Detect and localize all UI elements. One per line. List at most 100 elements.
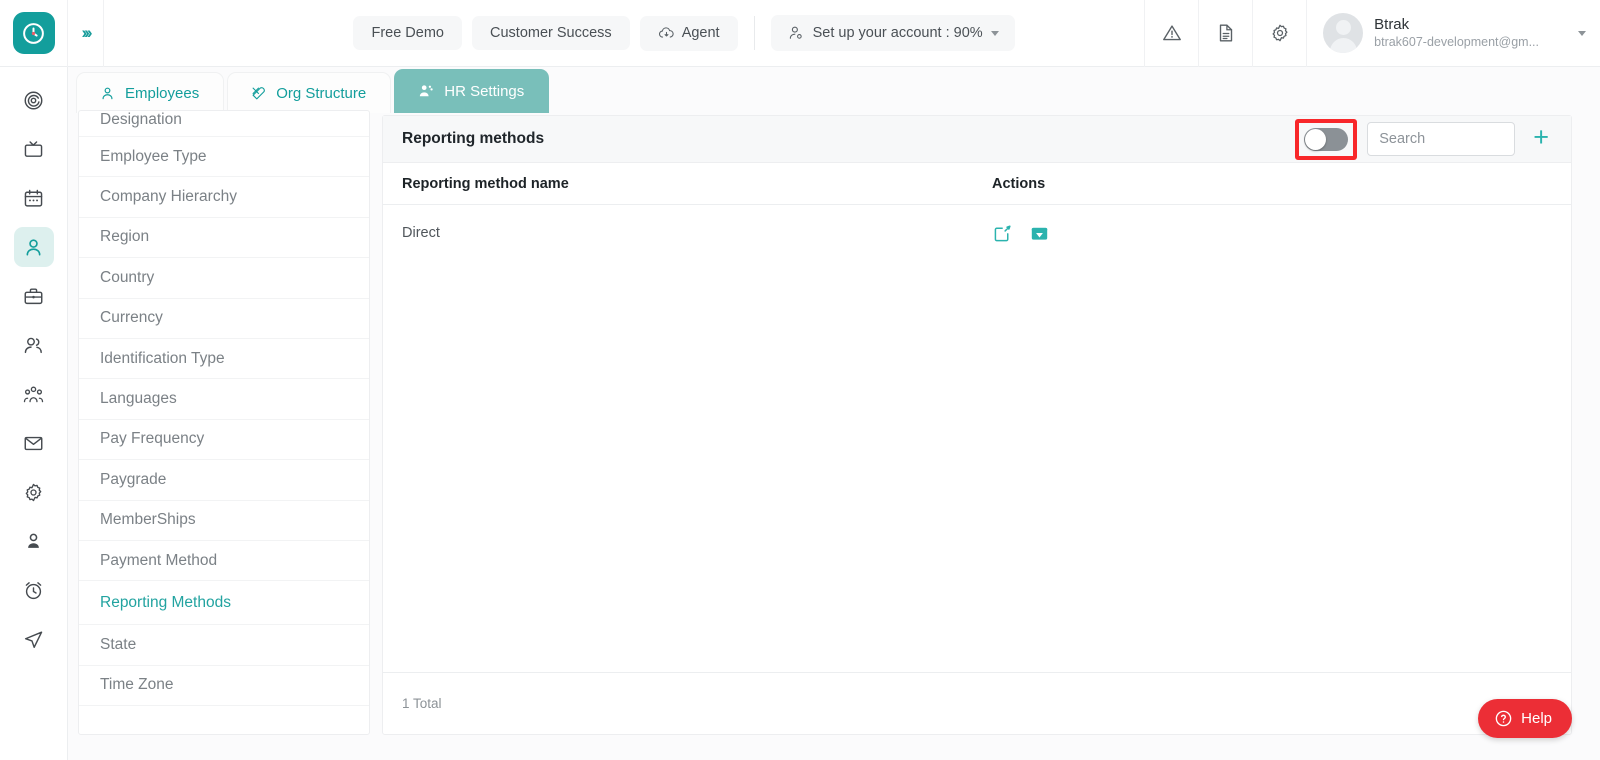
sidebar-item-payment-method[interactable]: Payment Method (79, 541, 369, 582)
sidebar-item-state[interactable]: State (79, 625, 369, 666)
sidebar-item-label: Paygrade (100, 470, 167, 488)
top-nav-right: Btrak btrak607-development@gm... (1144, 0, 1600, 67)
user-gear-icon (789, 26, 802, 39)
rail-item-users[interactable] (14, 325, 54, 365)
rail-item-monitor[interactable] (14, 129, 54, 169)
sidebar-item-currency[interactable]: Currency (79, 299, 369, 339)
sidebar-item-label: Country (100, 268, 155, 286)
sidebar-item-label: Identification Type (100, 349, 225, 367)
user-menu[interactable]: Btrak btrak607-development@gm... (1306, 0, 1600, 67)
sidebar-item-pay-frequency[interactable]: Pay Frequency (79, 420, 369, 461)
target-icon (24, 91, 43, 109)
document-icon (1219, 24, 1232, 42)
user-name: Btrak (1374, 15, 1410, 33)
sidebar-item-paygrade[interactable]: Paygrade (79, 460, 369, 501)
clock-logo-icon (23, 22, 44, 44)
chevrons-right-icon: ››› (81, 23, 93, 42)
send-arrow-icon (24, 630, 43, 648)
free-demo-button[interactable]: Free Demo (353, 16, 462, 50)
alarm-clock-icon (25, 581, 42, 599)
archived-toggle[interactable] (1304, 127, 1349, 151)
tab-employees[interactable]: Employees (76, 72, 225, 113)
person-icon (26, 238, 41, 256)
warning-button[interactable] (1144, 0, 1198, 67)
edit-icon (994, 224, 1011, 241)
rail-item-profile[interactable] (14, 521, 54, 561)
account-setup-button[interactable]: Set up your account : 90% (770, 15, 1015, 51)
tab-org-structure[interactable]: Org Structure (227, 72, 392, 113)
person-icon (102, 87, 113, 100)
sidebar-item-memberships[interactable]: MemberShips (79, 501, 369, 541)
question-circle-icon (1495, 710, 1512, 727)
customer-success-button[interactable]: Customer Success (472, 16, 630, 50)
sidebar-item-label: Languages (100, 390, 177, 408)
customer-success-label: Customer Success (490, 25, 612, 41)
chevron-down-icon (990, 30, 999, 36)
total-count-label: 1 Total (402, 696, 442, 711)
monitor-icon (24, 140, 43, 157)
rail-item-calendar[interactable] (14, 178, 54, 218)
search-input[interactable] (1367, 122, 1516, 156)
sidebar-item-employee-type[interactable]: Employee Type (79, 137, 369, 178)
left-icon-rail (0, 67, 68, 760)
tab-hr-settings[interactable]: HR Settings (394, 69, 550, 113)
sidebar-item-label: Employee Type (100, 147, 207, 165)
page-title: Reporting methods (402, 130, 545, 147)
add-reporting-method-button[interactable]: + (1525, 124, 1553, 154)
table-row[interactable]: Direct (383, 205, 1571, 261)
rail-item-target[interactable] (14, 80, 54, 120)
edit-row-button[interactable] (992, 223, 1013, 244)
rail-item-send[interactable] (14, 619, 54, 659)
top-nav-center: Free Demo Customer Success Agent Set up … (104, 15, 1144, 51)
toggle-knob (1305, 128, 1327, 150)
user-chevron-down-icon (1578, 30, 1586, 36)
app-root: ››› Free Demo Customer Success Agent Set… (0, 0, 1600, 760)
calendar-icon (24, 189, 43, 207)
free-demo-label: Free Demo (371, 25, 444, 41)
user-info: Btrak btrak607-development@gm... (1374, 15, 1539, 51)
sidebar-item-label: Payment Method (100, 551, 218, 569)
sidebar-item-label: MemberShips (100, 511, 196, 529)
main-tabs: Employees Org Structure HR Settings (76, 69, 550, 113)
sidebar-item-label: Company Hierarchy (100, 188, 237, 206)
sidebar-item-designation[interactable]: Designation (79, 111, 369, 137)
sidebar-item-label: Reporting Methods (100, 593, 231, 611)
archive-row-button[interactable] (1029, 223, 1050, 244)
sidebar-item-languages[interactable]: Languages (79, 379, 369, 420)
cell-actions (992, 223, 1050, 244)
sidebar-scroll[interactable]: Designation Employee Type Company Hierar… (79, 111, 369, 734)
table-footer: 1 Total (383, 672, 1571, 734)
tools-icon (252, 87, 266, 100)
rail-item-alarm[interactable] (14, 570, 54, 610)
sidebar-item-country[interactable]: Country (79, 258, 369, 299)
settings-gear-icon (25, 483, 42, 501)
cell-reporting-method-name: Direct (402, 225, 440, 241)
rail-item-settings[interactable] (14, 472, 54, 512)
account-setup-label: Set up your account : 90% (812, 25, 983, 41)
settings-button[interactable] (1252, 0, 1306, 67)
sidebar-item-company-hierarchy[interactable]: Company Hierarchy (79, 177, 369, 218)
sidebar-item-label: Time Zone (100, 676, 174, 694)
gear-icon (1272, 24, 1288, 42)
rail-item-employees[interactable] (13, 227, 54, 267)
rail-item-mail[interactable] (14, 423, 54, 463)
rail-item-team[interactable] (14, 374, 54, 414)
sidebar-expand-button[interactable]: ››› (68, 0, 104, 67)
app-logo[interactable] (12, 12, 55, 54)
team-group-icon (23, 386, 44, 402)
sidebar-item-identification-type[interactable]: Identification Type (79, 339, 369, 380)
sidebar-item-label: Currency (100, 309, 163, 327)
avatar (1323, 13, 1364, 53)
sidebar-item-time-zone[interactable]: Time Zone (79, 666, 369, 707)
table-body: Direct (383, 205, 1571, 672)
document-button[interactable] (1198, 0, 1252, 67)
agent-button[interactable]: Agent (639, 15, 738, 51)
sidebar-item-region[interactable]: Region (79, 218, 369, 259)
table-header-row: Reporting method name Actions (383, 163, 1571, 205)
toggle-highlight-box (1295, 118, 1358, 160)
help-button[interactable]: Help (1478, 699, 1572, 738)
sidebar-item-label: Designation (100, 111, 182, 128)
sidebar-item-reporting-methods[interactable]: Reporting Methods (79, 581, 369, 626)
users-gear-icon (420, 85, 433, 97)
rail-item-briefcase[interactable] (14, 276, 54, 316)
